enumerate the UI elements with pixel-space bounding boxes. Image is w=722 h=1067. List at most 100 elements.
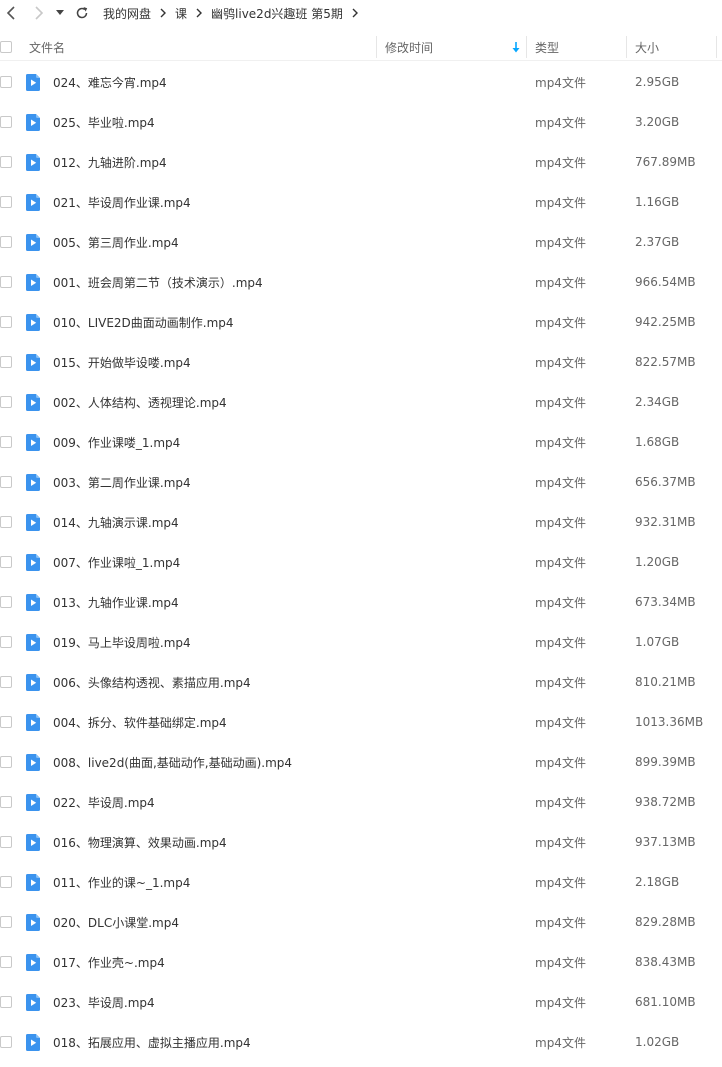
video-file-icon bbox=[25, 394, 41, 411]
row-checkbox[interactable] bbox=[0, 116, 12, 128]
file-row[interactable]: 006、头像结构透视、素描应用.mp4 mp4文件 810.21MB bbox=[0, 662, 722, 702]
file-row[interactable]: 025、毕业啦.mp4 mp4文件 3.20GB bbox=[0, 102, 722, 142]
file-row[interactable]: 016、物理演算、效果动画.mp4 mp4文件 937.13MB bbox=[0, 822, 722, 862]
file-size: 942.25MB bbox=[635, 315, 696, 329]
row-checkbox[interactable] bbox=[0, 276, 12, 288]
file-name[interactable]: 009、作业课喽_1.mp4 bbox=[53, 422, 180, 462]
file-name[interactable]: 006、头像结构透视、素描应用.mp4 bbox=[53, 662, 251, 702]
column-header-modified[interactable]: 修改时间 bbox=[385, 33, 433, 61]
back-button[interactable] bbox=[1, 2, 23, 24]
file-row[interactable]: 023、毕设周.mp4 mp4文件 681.10MB bbox=[0, 982, 722, 1022]
row-checkbox[interactable] bbox=[0, 956, 12, 968]
file-name[interactable]: 017、作业壳~.mp4 bbox=[53, 942, 165, 982]
file-name[interactable]: 018、拓展应用、虚拟主播应用.mp4 bbox=[53, 1022, 251, 1062]
file-name[interactable]: 023、毕设周.mp4 bbox=[53, 982, 155, 1022]
row-checkbox[interactable] bbox=[0, 436, 12, 448]
row-checkbox[interactable] bbox=[0, 356, 12, 368]
breadcrumb-item-current-folder[interactable]: 幽鸮live2d兴趣班 第5期 bbox=[211, 5, 343, 22]
column-divider[interactable] bbox=[626, 36, 627, 58]
chevron-right-icon[interactable] bbox=[348, 6, 362, 20]
file-row[interactable]: 022、毕设周.mp4 mp4文件 938.72MB bbox=[0, 782, 722, 822]
file-name[interactable]: 012、九轴进阶.mp4 bbox=[53, 142, 167, 182]
sort-down-arrow-icon[interactable] bbox=[512, 33, 520, 61]
breadcrumb-item-course[interactable]: 课 bbox=[175, 5, 187, 22]
file-row[interactable]: 020、DLC小课堂.mp4 mp4文件 829.28MB bbox=[0, 902, 722, 942]
row-checkbox[interactable] bbox=[0, 476, 12, 488]
video-file-icon bbox=[25, 594, 41, 611]
file-name[interactable]: 002、人体结构、透视理论.mp4 bbox=[53, 382, 227, 422]
file-row[interactable]: 017、作业壳~.mp4 mp4文件 838.43MB bbox=[0, 942, 722, 982]
file-name[interactable]: 015、开始做毕设喽.mp4 bbox=[53, 342, 191, 382]
file-row[interactable]: 019、马上毕设周啦.mp4 mp4文件 1.07GB bbox=[0, 622, 722, 662]
file-name[interactable]: 010、LIVE2D曲面动画制作.mp4 bbox=[53, 302, 234, 342]
file-row[interactable]: 018、拓展应用、虚拟主播应用.mp4 mp4文件 1.02GB bbox=[0, 1022, 722, 1062]
column-header-name[interactable]: 文件名 bbox=[29, 33, 65, 61]
forward-button[interactable] bbox=[27, 2, 49, 24]
file-row[interactable]: 004、拆分、软件基础绑定.mp4 mp4文件 1013.36MB bbox=[0, 702, 722, 742]
file-row[interactable]: 021、毕设周作业课.mp4 mp4文件 1.16GB bbox=[0, 182, 722, 222]
row-checkbox[interactable] bbox=[0, 876, 12, 888]
file-row[interactable]: 003、第二周作业课.mp4 mp4文件 656.37MB bbox=[0, 462, 722, 502]
row-checkbox[interactable] bbox=[0, 716, 12, 728]
file-row[interactable]: 007、作业课啦_1.mp4 mp4文件 1.20GB bbox=[0, 542, 722, 582]
row-checkbox[interactable] bbox=[0, 1036, 12, 1048]
file-name[interactable]: 004、拆分、软件基础绑定.mp4 bbox=[53, 702, 227, 742]
file-name[interactable]: 024、难忘今宵.mp4 bbox=[53, 62, 167, 102]
file-row[interactable]: 015、开始做毕设喽.mp4 mp4文件 822.57MB bbox=[0, 342, 722, 382]
file-name[interactable]: 022、毕设周.mp4 bbox=[53, 782, 155, 822]
row-checkbox[interactable] bbox=[0, 836, 12, 848]
row-checkbox[interactable] bbox=[0, 756, 12, 768]
row-checkbox[interactable] bbox=[0, 196, 12, 208]
file-name[interactable]: 005、第三周作业.mp4 bbox=[53, 222, 179, 262]
column-divider[interactable] bbox=[376, 36, 377, 58]
column-header-size[interactable]: 大小 bbox=[635, 33, 659, 61]
file-name[interactable]: 014、九轴演示课.mp4 bbox=[53, 502, 179, 542]
file-row[interactable]: 013、九轴作业课.mp4 mp4文件 673.34MB bbox=[0, 582, 722, 622]
file-row[interactable]: 014、九轴演示课.mp4 mp4文件 932.31MB bbox=[0, 502, 722, 542]
breadcrumb-item-my-drive[interactable]: 我的网盘 bbox=[103, 5, 151, 22]
row-checkbox[interactable] bbox=[0, 996, 12, 1008]
row-checkbox[interactable] bbox=[0, 236, 12, 248]
file-row[interactable]: 012、九轴进阶.mp4 mp4文件 767.89MB bbox=[0, 142, 722, 182]
file-row[interactable]: 005、第三周作业.mp4 mp4文件 2.37GB bbox=[0, 222, 722, 262]
file-row[interactable]: 011、作业的课~_1.mp4 mp4文件 2.18GB bbox=[0, 862, 722, 902]
file-name[interactable]: 013、九轴作业课.mp4 bbox=[53, 582, 179, 622]
row-checkbox[interactable] bbox=[0, 636, 12, 648]
file-type: mp4文件 bbox=[535, 315, 586, 330]
row-checkbox[interactable] bbox=[0, 596, 12, 608]
column-divider[interactable] bbox=[526, 36, 527, 58]
file-name[interactable]: 016、物理演算、效果动画.mp4 bbox=[53, 822, 227, 862]
row-checkbox[interactable] bbox=[0, 396, 12, 408]
file-name[interactable]: 019、马上毕设周啦.mp4 bbox=[53, 622, 191, 662]
file-row[interactable]: 001、班会周第二节（技术演示）.mp4 mp4文件 966.54MB bbox=[0, 262, 722, 302]
row-checkbox[interactable] bbox=[0, 76, 12, 88]
file-row[interactable]: 009、作业课喽_1.mp4 mp4文件 1.68GB bbox=[0, 422, 722, 462]
file-name[interactable]: 001、班会周第二节（技术演示）.mp4 bbox=[53, 262, 263, 302]
row-checkbox[interactable] bbox=[0, 676, 12, 688]
row-checkbox[interactable] bbox=[0, 796, 12, 808]
row-checkbox[interactable] bbox=[0, 556, 12, 568]
video-file-icon bbox=[25, 74, 41, 91]
file-name[interactable]: 020、DLC小课堂.mp4 bbox=[53, 902, 179, 942]
video-file-icon bbox=[25, 274, 41, 291]
file-name[interactable]: 008、live2d(曲面,基础动作,基础动画).mp4 bbox=[53, 742, 292, 782]
file-type: mp4文件 bbox=[535, 595, 586, 610]
row-checkbox[interactable] bbox=[0, 916, 12, 928]
history-dropdown-button[interactable] bbox=[53, 2, 67, 24]
refresh-button[interactable] bbox=[71, 2, 93, 24]
file-name[interactable]: 011、作业的课~_1.mp4 bbox=[53, 862, 190, 902]
column-divider[interactable] bbox=[716, 36, 717, 58]
row-checkbox[interactable] bbox=[0, 516, 12, 528]
row-checkbox[interactable] bbox=[0, 156, 12, 168]
column-header-type[interactable]: 类型 bbox=[535, 33, 559, 61]
file-name[interactable]: 003、第二周作业课.mp4 bbox=[53, 462, 191, 502]
file-row[interactable]: 024、难忘今宵.mp4 mp4文件 2.95GB bbox=[0, 62, 722, 102]
file-name[interactable]: 021、毕设周作业课.mp4 bbox=[53, 182, 191, 222]
select-all-checkbox[interactable] bbox=[0, 41, 12, 53]
row-checkbox[interactable] bbox=[0, 316, 12, 328]
file-name[interactable]: 025、毕业啦.mp4 bbox=[53, 102, 155, 142]
file-row[interactable]: 010、LIVE2D曲面动画制作.mp4 mp4文件 942.25MB bbox=[0, 302, 722, 342]
file-row[interactable]: 008、live2d(曲面,基础动作,基础动画).mp4 mp4文件 899.3… bbox=[0, 742, 722, 782]
file-row[interactable]: 002、人体结构、透视理论.mp4 mp4文件 2.34GB bbox=[0, 382, 722, 422]
file-name[interactable]: 007、作业课啦_1.mp4 bbox=[53, 542, 180, 582]
